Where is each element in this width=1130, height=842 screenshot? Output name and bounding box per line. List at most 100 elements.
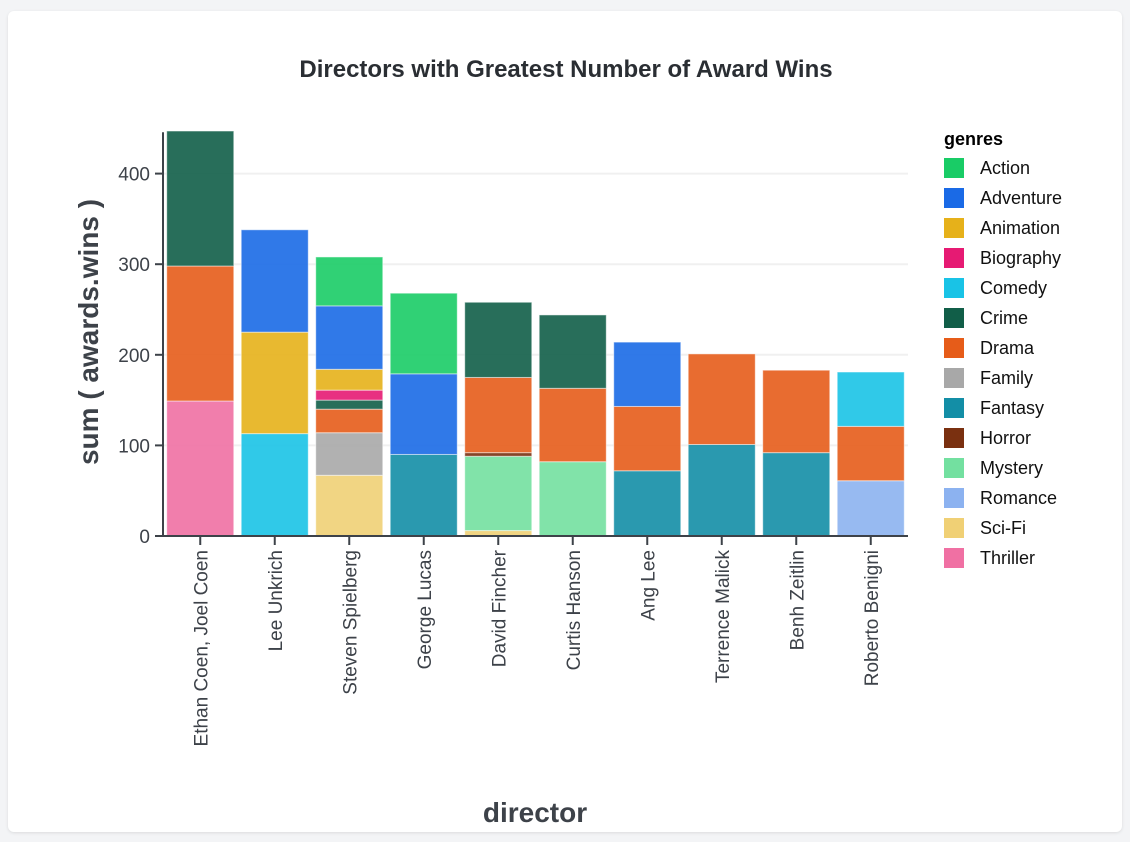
legend-label: Biography	[980, 248, 1061, 268]
x-tick-label: Ethan Coen, Joel Coen	[191, 550, 212, 746]
legend-label: Mystery	[980, 458, 1043, 478]
legend-swatch	[944, 248, 964, 268]
bar-segment-thriller[interactable]	[166, 400, 235, 537]
legend-label: Action	[980, 158, 1030, 178]
legend-item[interactable]: Horror	[944, 428, 1031, 448]
x-tick-label: David Fincher	[489, 549, 510, 667]
y-axis: 0 100 200 300 400	[118, 132, 164, 548]
bar-segment-scifi[interactable]	[315, 474, 384, 537]
legend-item[interactable]: Biography	[944, 248, 1061, 268]
bars	[166, 130, 905, 537]
y-tick-label: 300	[118, 255, 150, 276]
legend-item[interactable]: Drama	[944, 338, 1035, 358]
legend-swatch	[944, 218, 964, 238]
bar-stack	[687, 353, 756, 537]
y-axis-title: sum ( awards.wins )	[73, 199, 104, 465]
legend-item[interactable]: Action	[944, 158, 1030, 178]
y-tick-label: 100	[118, 436, 150, 457]
x-tick-label: Roberto Benigni	[862, 550, 883, 686]
legend-label: Comedy	[980, 278, 1047, 298]
bar-segment-crime[interactable]	[315, 399, 384, 410]
bar-segment-crime[interactable]	[166, 130, 235, 267]
legend-swatch	[944, 308, 964, 328]
x-axis: Ethan Coen, Joel Coen Lee Unkrich Steven S…	[155, 535, 908, 746]
x-tick-label: Benh Zeitlin	[787, 550, 808, 650]
bar-stack	[166, 130, 235, 537]
bar-segment-mystery[interactable]	[538, 461, 607, 537]
legend-label: Crime	[980, 308, 1028, 328]
legend-label: Family	[980, 368, 1033, 388]
legend-label: Animation	[980, 218, 1060, 238]
bar-segment-horror[interactable]	[464, 452, 533, 457]
legend-item[interactable]: Sci-Fi	[944, 518, 1026, 538]
bar-segment-adventure[interactable]	[613, 341, 682, 407]
bar-segment-drama[interactable]	[762, 369, 831, 454]
bar-segment-action[interactable]	[389, 292, 458, 375]
bar-segment-fantasy[interactable]	[687, 443, 756, 537]
bar-segment-animation[interactable]	[240, 331, 309, 435]
y-tick-label: 200	[118, 346, 150, 367]
legend-label: Adventure	[980, 188, 1062, 208]
x-tick-label: Ang Lee	[638, 550, 659, 621]
bar-segment-fantasy[interactable]	[762, 452, 831, 537]
bar-segment-adventure[interactable]	[240, 229, 309, 333]
bar-segment-drama[interactable]	[538, 387, 607, 463]
legend-label: Romance	[980, 488, 1057, 508]
legend-label: Drama	[980, 338, 1035, 358]
legend-item[interactable]: Family	[944, 368, 1033, 388]
legend-item[interactable]: Animation	[944, 218, 1060, 238]
legend-swatch	[944, 488, 964, 508]
bar-segment-drama[interactable]	[613, 405, 682, 472]
legend-item[interactable]: Comedy	[944, 278, 1047, 298]
legend-swatch	[944, 458, 964, 478]
x-tick-label: Steven Spielberg	[340, 550, 361, 695]
bar-segment-comedy[interactable]	[240, 433, 309, 537]
x-tick-label: Lee Unkrich	[266, 550, 287, 651]
legend-item[interactable]: Crime	[944, 308, 1028, 328]
bar-segment-drama[interactable]	[687, 353, 756, 445]
bar-stack	[240, 229, 309, 537]
x-tick-label: Terrence Malick	[713, 550, 734, 684]
legend-swatch	[944, 188, 964, 208]
legend-item[interactable]: Adventure	[944, 188, 1062, 208]
bar-segment-fantasy[interactable]	[613, 470, 682, 537]
legend-swatch	[944, 518, 964, 538]
bar-segment-adventure[interactable]	[315, 305, 384, 370]
legend-label: Thriller	[980, 548, 1035, 568]
bar-segment-comedy[interactable]	[836, 371, 905, 427]
legend-item[interactable]: Romance	[944, 488, 1057, 508]
x-axis-title: director	[483, 797, 587, 828]
bar-segment-romance[interactable]	[836, 480, 905, 537]
bar-stack	[538, 314, 607, 537]
bar-segment-fantasy[interactable]	[389, 453, 458, 537]
bar-stack	[389, 292, 458, 537]
legend-item[interactable]: Fantasy	[944, 398, 1044, 418]
bar-segment-mystery[interactable]	[464, 455, 533, 532]
bar-segment-family[interactable]	[315, 432, 384, 476]
stacked-bar-chart: Directors with Greatest Number of Award …	[73, 56, 1062, 828]
legend-swatch	[944, 428, 964, 448]
legend-label: Sci-Fi	[980, 518, 1026, 538]
bar-segment-action[interactable]	[315, 256, 384, 307]
bar-segment-crime[interactable]	[538, 314, 607, 389]
y-tick-label: 0	[139, 527, 150, 548]
bar-segment-crime[interactable]	[464, 301, 533, 378]
bar-segment-drama[interactable]	[166, 265, 235, 402]
bar-segment-drama[interactable]	[315, 408, 384, 434]
y-tick-label: 400	[118, 165, 150, 186]
legend: genres Action Adventure Animation Biography…	[944, 129, 1062, 568]
legend-swatch	[944, 278, 964, 298]
legend-item[interactable]: Mystery	[944, 458, 1043, 478]
bar-stack	[836, 371, 905, 537]
bar-segment-drama[interactable]	[464, 376, 533, 454]
bar-stack	[464, 301, 533, 537]
bar-segment-drama[interactable]	[836, 425, 905, 482]
x-tick-label: Curtis Hanson	[564, 550, 585, 670]
bar-segment-animation[interactable]	[315, 368, 384, 391]
legend-item[interactable]: Thriller	[944, 548, 1035, 568]
bar-segment-adventure[interactable]	[389, 373, 458, 455]
bar-segment-biography[interactable]	[315, 389, 384, 401]
chart-title: Directors with Greatest Number of Award …	[299, 56, 832, 83]
legend-swatch	[944, 158, 964, 178]
bar-stack	[613, 341, 682, 537]
